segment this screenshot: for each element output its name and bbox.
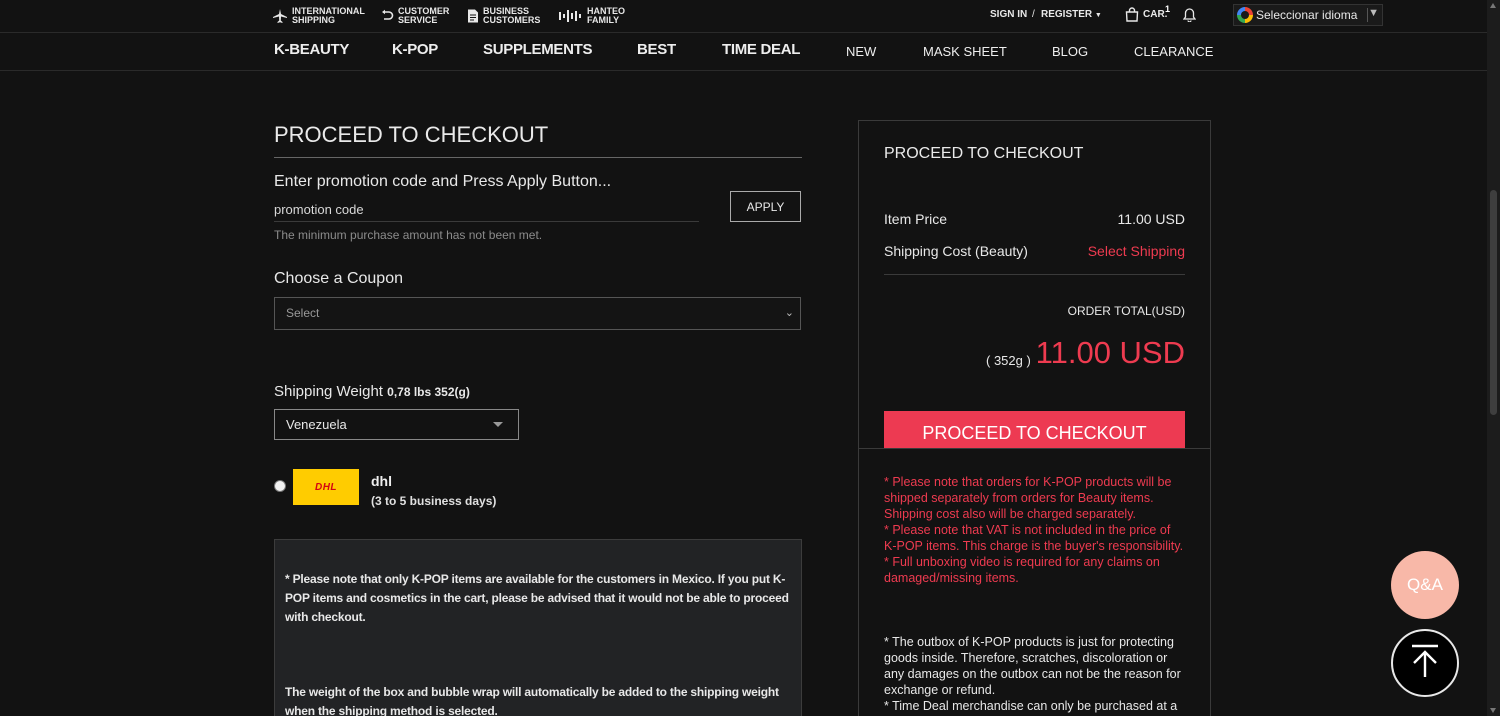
shipping-weight-label: Shipping Weight: [274, 383, 383, 400]
summary-divider: [884, 274, 1185, 275]
item-price-label: Item Price: [884, 211, 948, 227]
chevron-down-icon: ⌄: [784, 307, 794, 319]
cart-link[interactable]: CAR.: [1143, 9, 1167, 20]
page-title: PROCEED TO CHECKOUT: [274, 122, 549, 147]
cart-count-badge: 1: [1165, 4, 1171, 14]
hanteo-icon: [559, 10, 583, 22]
language-arrow-icon: ▼: [1368, 7, 1379, 19]
scroll-up-arrow-icon[interactable]: [1490, 3, 1496, 8]
kpop-shipping-notes: * Please note that orders for K-POP prod…: [884, 475, 1184, 585]
title-divider: [274, 157, 802, 158]
return-icon: [380, 9, 394, 23]
qa-button[interactable]: Q&A: [1391, 551, 1459, 619]
notice-mexico: * Please note that only K-POP items are …: [285, 572, 789, 624]
shipping-cost-label: Shipping Cost (Beauty): [884, 243, 1028, 259]
summary-title: PROCEED TO CHECKOUT: [884, 145, 1084, 162]
nav-item-k-beauty[interactable]: K-BEAUTY: [274, 41, 349, 58]
shipping-weight-value: 0,78 lbs 352(g): [387, 385, 470, 399]
bell-icon[interactable]: [1182, 8, 1197, 27]
min-purchase-message: The minimum purchase amount has not been…: [274, 228, 543, 242]
arrow-up-icon: [1410, 644, 1440, 683]
sign-in-link[interactable]: SIGN IN: [990, 9, 1027, 20]
caret-down-icon: ▼: [1094, 12, 1102, 19]
customer-service-label: CUSTOMER SERVICE: [398, 6, 450, 25]
nav-item-time-deal[interactable]: TIME DEAL: [722, 41, 800, 58]
page-scrollbar[interactable]: [1487, 0, 1500, 716]
nav-item-new[interactable]: NEW: [846, 44, 876, 59]
business-customers-label: BUSINESS CUSTOMERS: [483, 6, 541, 25]
order-summary-panel: PROCEED TO CHECKOUT Item Price 11.00 USD…: [858, 120, 1211, 716]
country-select[interactable]: Venezuela: [274, 409, 519, 440]
shipping-cost-row: Shipping Cost (Beauty) Select Shipping: [884, 243, 1185, 259]
register-label: REGISTER: [1041, 9, 1093, 20]
country-selected-value: Venezuela: [286, 417, 347, 432]
apply-button[interactable]: APPLY: [730, 191, 801, 222]
scroll-down-arrow-icon[interactable]: [1490, 708, 1496, 713]
dhl-logo: DHL: [293, 469, 359, 505]
dhl-radio[interactable]: [274, 480, 286, 492]
hanteo-family-link[interactable]: HANTEO FAMILY: [559, 7, 625, 25]
hanteo-family-label: HANTEO FAMILY: [587, 6, 625, 25]
bag-icon[interactable]: [1125, 7, 1139, 27]
shipping-notice-box: * Please note that only K-POP items are …: [274, 539, 802, 716]
airplane-icon: [272, 8, 288, 24]
order-total-label: ORDER TOTAL(USD): [1067, 304, 1185, 318]
item-price-row: Item Price 11.00 USD: [884, 211, 1185, 227]
scrollbar-thumb[interactable]: [1490, 190, 1497, 415]
document-icon: [467, 9, 479, 23]
outbox-notes: * The outbox of K-POP products is just f…: [884, 635, 1181, 713]
register-dropdown[interactable]: REGISTER ▼: [1041, 9, 1102, 20]
international-shipping-label: INTERNATIONAL SHIPPING: [292, 6, 365, 25]
nav-item-mask-sheet[interactable]: MASK SHEET: [923, 44, 1007, 59]
nav-item-k-pop[interactable]: K-POP: [392, 41, 438, 58]
select-shipping-link[interactable]: Select Shipping: [1088, 243, 1185, 259]
notice-weight: The weight of the box and bubble wrap wi…: [285, 685, 779, 716]
shipping-weight: Shipping Weight 0,78 lbs 352(g): [274, 383, 470, 400]
nav-item-clearance[interactable]: CLEARANCE: [1134, 44, 1213, 59]
international-shipping-link[interactable]: INTERNATIONAL SHIPPING: [272, 7, 365, 25]
coupon-title: Choose a Coupon: [274, 270, 403, 287]
carrier-delivery-days: (3 to 5 business days): [371, 494, 497, 508]
language-label: Seleccionar idioma: [1256, 8, 1358, 22]
top-utility-bar: INTERNATIONAL SHIPPING CUSTOMER SERVICE …: [0, 0, 1487, 32]
proceed-to-checkout-button[interactable]: PROCEED TO CHECKOUT: [884, 411, 1185, 449]
language-selector[interactable]: Seleccionar idioma ▼: [1233, 4, 1383, 26]
promo-code-input[interactable]: [274, 197, 699, 222]
nav-item-blog[interactable]: BLOG: [1052, 44, 1088, 59]
order-total-value: 11.00 USD: [1035, 335, 1185, 370]
scroll-to-top-button[interactable]: [1391, 629, 1459, 697]
carrier-name: dhl: [371, 473, 392, 489]
order-weight: ( 352g ): [986, 353, 1031, 368]
main-nav: K-BEAUTY K-POP SUPPLEMENTS BEST TIME DEA…: [0, 32, 1487, 71]
auth-divider: /: [1032, 9, 1035, 20]
coupon-selected-value: Select: [286, 306, 320, 320]
item-price-value: 11.00 USD: [1117, 211, 1185, 227]
customer-service-link[interactable]: CUSTOMER SERVICE: [380, 7, 449, 25]
nav-item-supplements[interactable]: SUPPLEMENTS: [483, 41, 593, 58]
nav-item-best[interactable]: BEST: [637, 41, 676, 58]
coupon-select[interactable]: Select ⌄: [274, 297, 801, 330]
business-customers-link[interactable]: BUSINESS CUSTOMERS: [467, 7, 540, 25]
caret-down-icon: [493, 422, 503, 427]
google-icon: [1237, 7, 1253, 23]
promo-title: Enter promotion code and Press Apply But…: [274, 173, 612, 190]
summary-divider-2: [859, 448, 1210, 449]
